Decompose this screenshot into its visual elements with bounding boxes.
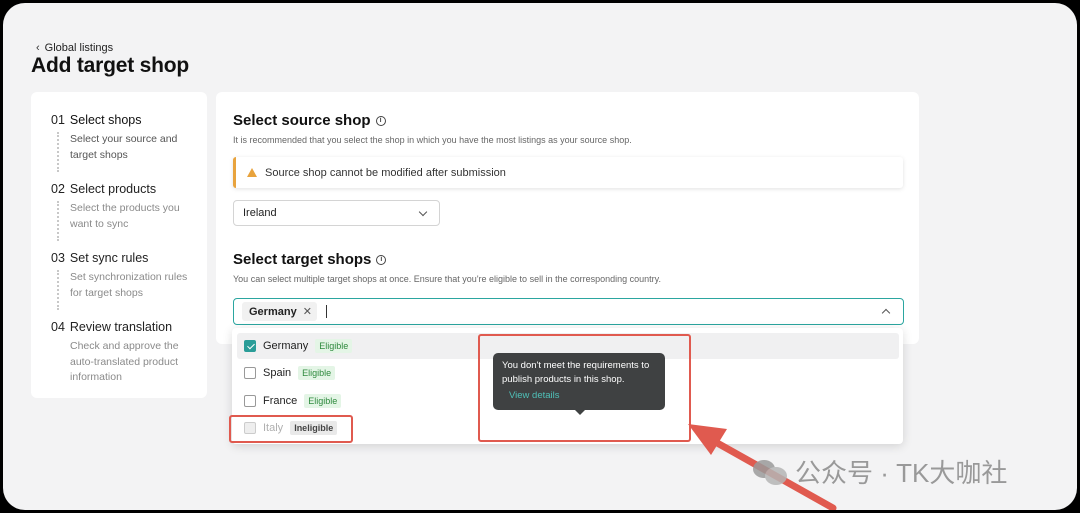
wechat-logo-icon [753,458,787,486]
step-connector [57,270,59,310]
watermark-text: 公众号 · TK大咖社 [795,458,1008,488]
info-icon[interactable]: i [376,254,387,265]
warning-banner: Source shop cannot be modified after sub… [233,157,903,188]
shop-selection-card: Select source shop i It is recommended t… [216,92,919,344]
step-title: Select products [69,182,157,196]
info-icon[interactable]: i [375,115,386,126]
step-number: 01 [51,113,65,127]
step-description: Set synchronization rules for target sho… [70,271,188,299]
chevron-left-icon: ‹ [36,42,40,54]
annotation-box-italy [229,415,353,443]
step-title: Set sync rules [69,251,149,265]
option-label: Germany [263,340,309,352]
eligible-badge: Eligible [315,339,353,353]
step-connector [57,132,59,172]
selected-shop-tag: Germany ✕ [242,302,317,321]
tag-label: Germany [249,305,297,318]
watermark: 公众号 · TK大咖社 [753,453,1007,490]
screenshot-frame: ‹ Global listings Add target shop 01 Sele… [3,3,1077,510]
close-icon[interactable]: ✕ [303,305,312,318]
step-description: Select the products you want to sync [70,202,180,230]
step-select-products[interactable]: 02 Select products Select the products yo… [51,182,201,232]
page-title: Add target shop [31,54,189,77]
step-navigator: 01 Select shops Select your source and ta… [31,92,207,398]
target-shops-multiselect[interactable]: Germany ✕ [233,298,904,325]
step-select-shops[interactable]: 01 Select shops Select your source and ta… [51,113,201,163]
checkbox[interactable] [244,395,256,407]
step-review-translation[interactable]: 04 Review translation Check and approve t… [51,320,201,386]
back-link[interactable]: ‹ Global listings [36,42,113,54]
warning-icon [247,168,257,177]
chevron-up-icon[interactable] [881,308,891,318]
step-set-sync-rules[interactable]: 03 Set sync rules Set synchronization rul… [51,251,201,301]
source-shop-subtitle: It is recommended that you select the sh… [233,135,632,145]
step-connector [57,201,59,241]
eligible-badge: Eligible [298,366,336,380]
back-link-label: Global listings [44,42,114,54]
step-number: 04 [51,320,65,334]
step-title: Select shops [69,113,142,127]
step-number: 03 [51,251,65,265]
step-description: Check and approve the auto-translated pr… [70,340,179,383]
source-shop-heading: Select source shop i [233,112,386,129]
eligible-badge: Eligible [304,394,342,408]
target-shops-heading-text: Select target shops [233,251,372,268]
option-label: France [263,395,298,407]
target-shops-heading: Select target shops i [233,251,387,268]
source-shop-value: Ireland [243,207,277,219]
step-description: Select your source and target shops [70,133,178,161]
source-shop-select[interactable]: Ireland [233,200,440,226]
step-number: 02 [51,182,65,196]
checkbox-checked[interactable] [244,340,256,352]
checkbox[interactable] [244,367,256,379]
text-cursor [325,305,327,318]
option-label: Spain [263,367,292,379]
warning-text: Source shop cannot be modified after sub… [265,166,506,179]
step-title: Review translation [69,320,173,334]
source-shop-heading-text: Select source shop [233,112,371,129]
chevron-down-icon [418,207,428,216]
annotation-box-tooltip [478,334,691,442]
target-shops-subtitle: You can select multiple target shops at … [233,274,661,284]
